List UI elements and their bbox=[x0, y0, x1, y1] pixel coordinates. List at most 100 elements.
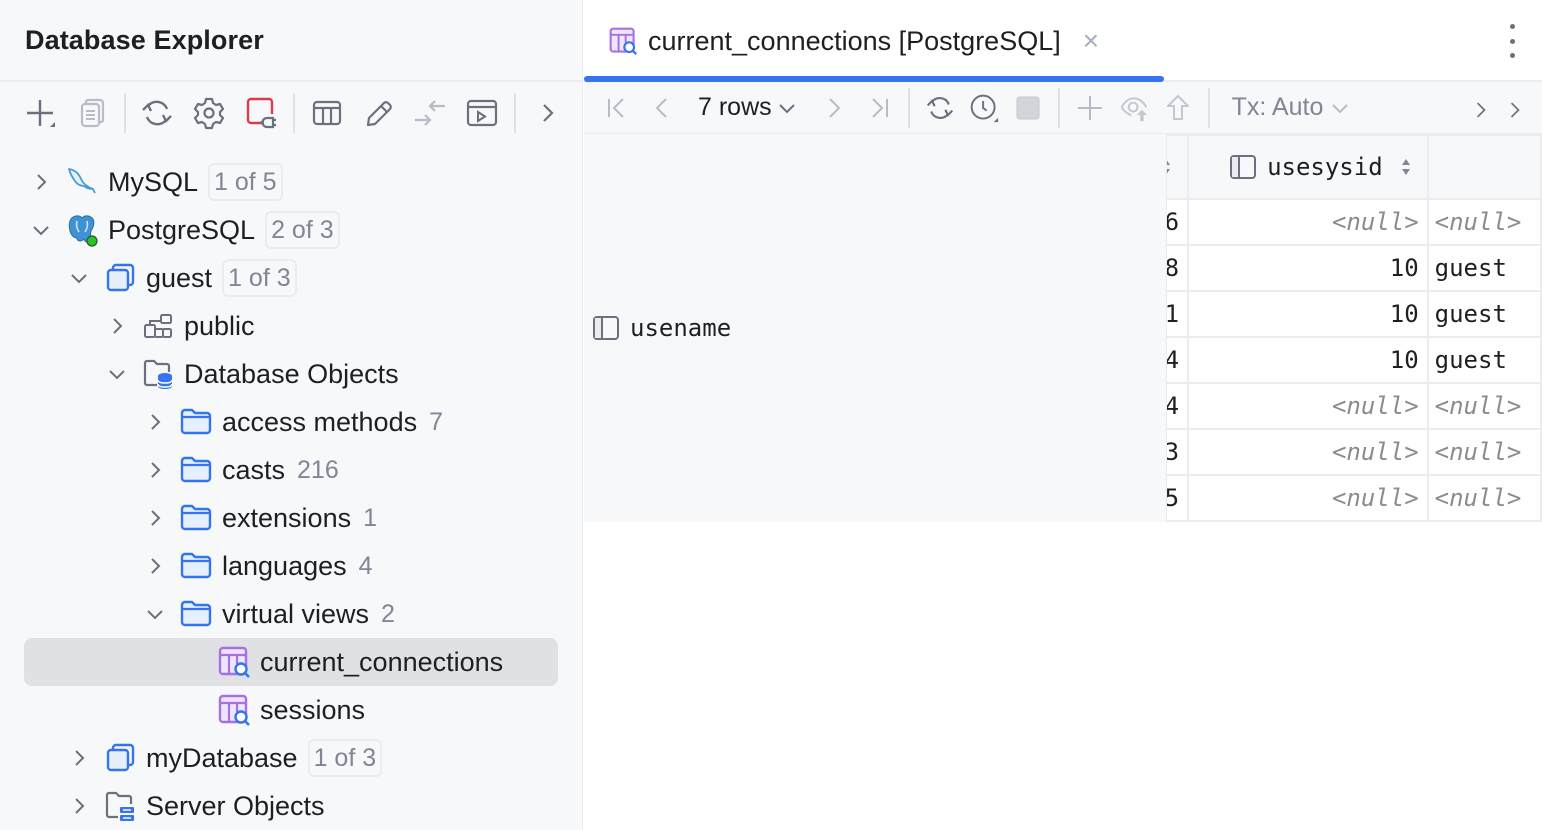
cell-usesysid[interactable]: <null> bbox=[1187, 198, 1429, 246]
last-page-button[interactable] bbox=[856, 88, 900, 128]
tree-node-postgresql[interactable]: PostgreSQL 2 of 3 bbox=[24, 206, 558, 254]
column-header-usename[interactable]: usename bbox=[584, 134, 1542, 522]
schema-count-badge[interactable]: 1 of 3 bbox=[222, 259, 297, 297]
disconnect-button[interactable] bbox=[243, 95, 279, 131]
open-table-button[interactable] bbox=[309, 95, 345, 131]
toolbar-overflow-button[interactable] bbox=[1468, 90, 1494, 130]
more-actions-button[interactable] bbox=[530, 95, 566, 131]
cell-usename[interactable]: <null> bbox=[1426, 474, 1542, 522]
tx-mode-label: Tx: Auto bbox=[1231, 93, 1324, 121]
chevron-right-icon[interactable] bbox=[140, 503, 170, 533]
reload-button[interactable] bbox=[918, 88, 962, 128]
settings-button[interactable] bbox=[191, 95, 227, 131]
previous-page-button[interactable] bbox=[640, 88, 684, 128]
tree-node-languages[interactable]: languages 4 bbox=[24, 542, 558, 590]
tree-node-label: languages bbox=[222, 550, 347, 581]
tree-node-current-connections[interactable]: current_connections bbox=[24, 638, 558, 686]
cell-usesysid[interactable]: 10 bbox=[1187, 336, 1429, 384]
console-icon bbox=[467, 99, 498, 127]
toolbar-overflow-button-2[interactable] bbox=[1502, 90, 1528, 130]
stop-button[interactable] bbox=[1006, 88, 1050, 128]
tree-node-sessions[interactable]: sessions bbox=[24, 686, 558, 734]
chevron-down-icon[interactable] bbox=[140, 599, 170, 629]
refresh-button[interactable] bbox=[140, 95, 176, 131]
last-page-icon bbox=[871, 97, 888, 118]
transaction-mode-dropdown[interactable]: Tx: Auto bbox=[1232, 93, 1352, 122]
chevron-right-icon[interactable] bbox=[102, 311, 132, 341]
schema-icon bbox=[140, 308, 176, 344]
tab-current-connections[interactable]: current_connections [PostgreSQL] × bbox=[584, 0, 1164, 82]
chevron-right-icon[interactable] bbox=[140, 455, 170, 485]
close-tab-icon[interactable]: × bbox=[1083, 25, 1099, 57]
tree-node-public[interactable]: public bbox=[24, 302, 558, 350]
new-button[interactable] bbox=[22, 95, 58, 131]
toolbar-separator bbox=[292, 93, 295, 133]
column-header-usesysid[interactable]: usesysid bbox=[1187, 134, 1429, 200]
preview-pending-changes-button[interactable] bbox=[1112, 88, 1156, 128]
add-row-button[interactable] bbox=[1068, 88, 1112, 128]
schema-count-badge[interactable]: 2 of 3 bbox=[265, 211, 340, 249]
tree-node-virtual-views[interactable]: virtual views 2 bbox=[24, 590, 558, 638]
chevron-right-icon[interactable] bbox=[26, 167, 56, 197]
mysql-icon bbox=[64, 164, 100, 200]
folder-icon bbox=[178, 452, 214, 488]
compare-button[interactable] bbox=[413, 95, 449, 131]
chevron-right-icon[interactable] bbox=[140, 551, 170, 581]
tree-node-extensions[interactable]: extensions 1 bbox=[24, 494, 558, 542]
cell-usesysid[interactable]: <null> bbox=[1187, 428, 1429, 476]
first-page-button[interactable] bbox=[596, 88, 640, 128]
auto-refresh-button[interactable] bbox=[962, 88, 1006, 128]
cell-usesysid[interactable]: 10 bbox=[1187, 244, 1429, 292]
database-icon bbox=[102, 260, 138, 296]
page-size-dropdown[interactable]: 7 rows bbox=[698, 93, 798, 122]
schema-count-badge[interactable]: 1 of 5 bbox=[208, 163, 283, 201]
submit-button[interactable] bbox=[1156, 88, 1200, 128]
toolbar-separator bbox=[1057, 87, 1060, 128]
tree-node-mysql[interactable]: MySQL 1 of 5 bbox=[24, 158, 558, 206]
column-icon bbox=[1230, 155, 1257, 179]
edit-button[interactable] bbox=[361, 95, 397, 131]
chevron-right-icon bbox=[1510, 102, 1520, 118]
tree-node-server-objects[interactable]: Server Objects bbox=[24, 782, 558, 830]
cell-usename[interactable]: <null> bbox=[1426, 382, 1542, 430]
tree-node-label: access methods bbox=[222, 406, 418, 437]
chevron-down-icon[interactable] bbox=[102, 359, 132, 389]
virtual-view-icon bbox=[609, 27, 638, 56]
tree-node-casts[interactable]: casts 216 bbox=[24, 446, 558, 494]
more-options-icon[interactable] bbox=[1506, 24, 1518, 58]
schema-count-badge[interactable]: 1 of 3 bbox=[307, 739, 383, 777]
chevron-right-icon[interactable] bbox=[140, 407, 170, 437]
data-grid: datiddatnamepidusesysidusename 1<null><n… bbox=[584, 134, 1542, 522]
tree-node-database-objects[interactable]: Database Objects bbox=[24, 350, 558, 398]
chevron-right-icon[interactable] bbox=[64, 791, 94, 821]
cell-usename[interactable]: guest bbox=[1426, 290, 1542, 338]
chevron-down-icon[interactable] bbox=[26, 215, 56, 245]
tree-node-mydatabase[interactable]: myDatabase 1 of 3 bbox=[24, 734, 558, 782]
chevron-right-icon bbox=[543, 104, 554, 122]
editor-tabbar: current_connections [PostgreSQL] × bbox=[584, 0, 1542, 82]
tree-node-label: guest bbox=[146, 262, 213, 293]
sort-icon[interactable] bbox=[1399, 156, 1413, 178]
arrow-up-icon bbox=[1166, 94, 1189, 120]
cell-usename[interactable]: <null> bbox=[1426, 198, 1542, 246]
cell-usename[interactable]: guest bbox=[1426, 336, 1542, 384]
tree-node-access-methods[interactable]: access methods 7 bbox=[24, 398, 558, 446]
cell-usesysid[interactable]: <null> bbox=[1187, 382, 1429, 430]
cell-usesysid[interactable]: 10 bbox=[1187, 290, 1429, 338]
virtual-view-icon bbox=[216, 692, 252, 728]
explorer-header: Database Explorer bbox=[0, 0, 582, 82]
tree-node-guest[interactable]: guest 1 of 3 bbox=[24, 254, 558, 302]
folder-icon bbox=[178, 596, 214, 632]
tab-label: current_connections [PostgreSQL] bbox=[648, 25, 1061, 56]
duplicate-button[interactable] bbox=[74, 95, 110, 131]
console-button[interactable] bbox=[464, 95, 500, 131]
table-icon bbox=[312, 100, 341, 126]
next-page-button[interactable] bbox=[812, 88, 856, 128]
cell-usesysid[interactable]: <null> bbox=[1187, 474, 1429, 522]
chevron-down-icon[interactable] bbox=[64, 263, 94, 293]
cell-usename[interactable]: guest bbox=[1426, 244, 1542, 292]
tree-node-label: myDatabase bbox=[146, 742, 298, 773]
chevron-right-icon[interactable] bbox=[64, 743, 94, 773]
cell-usename[interactable]: <null> bbox=[1426, 428, 1542, 476]
